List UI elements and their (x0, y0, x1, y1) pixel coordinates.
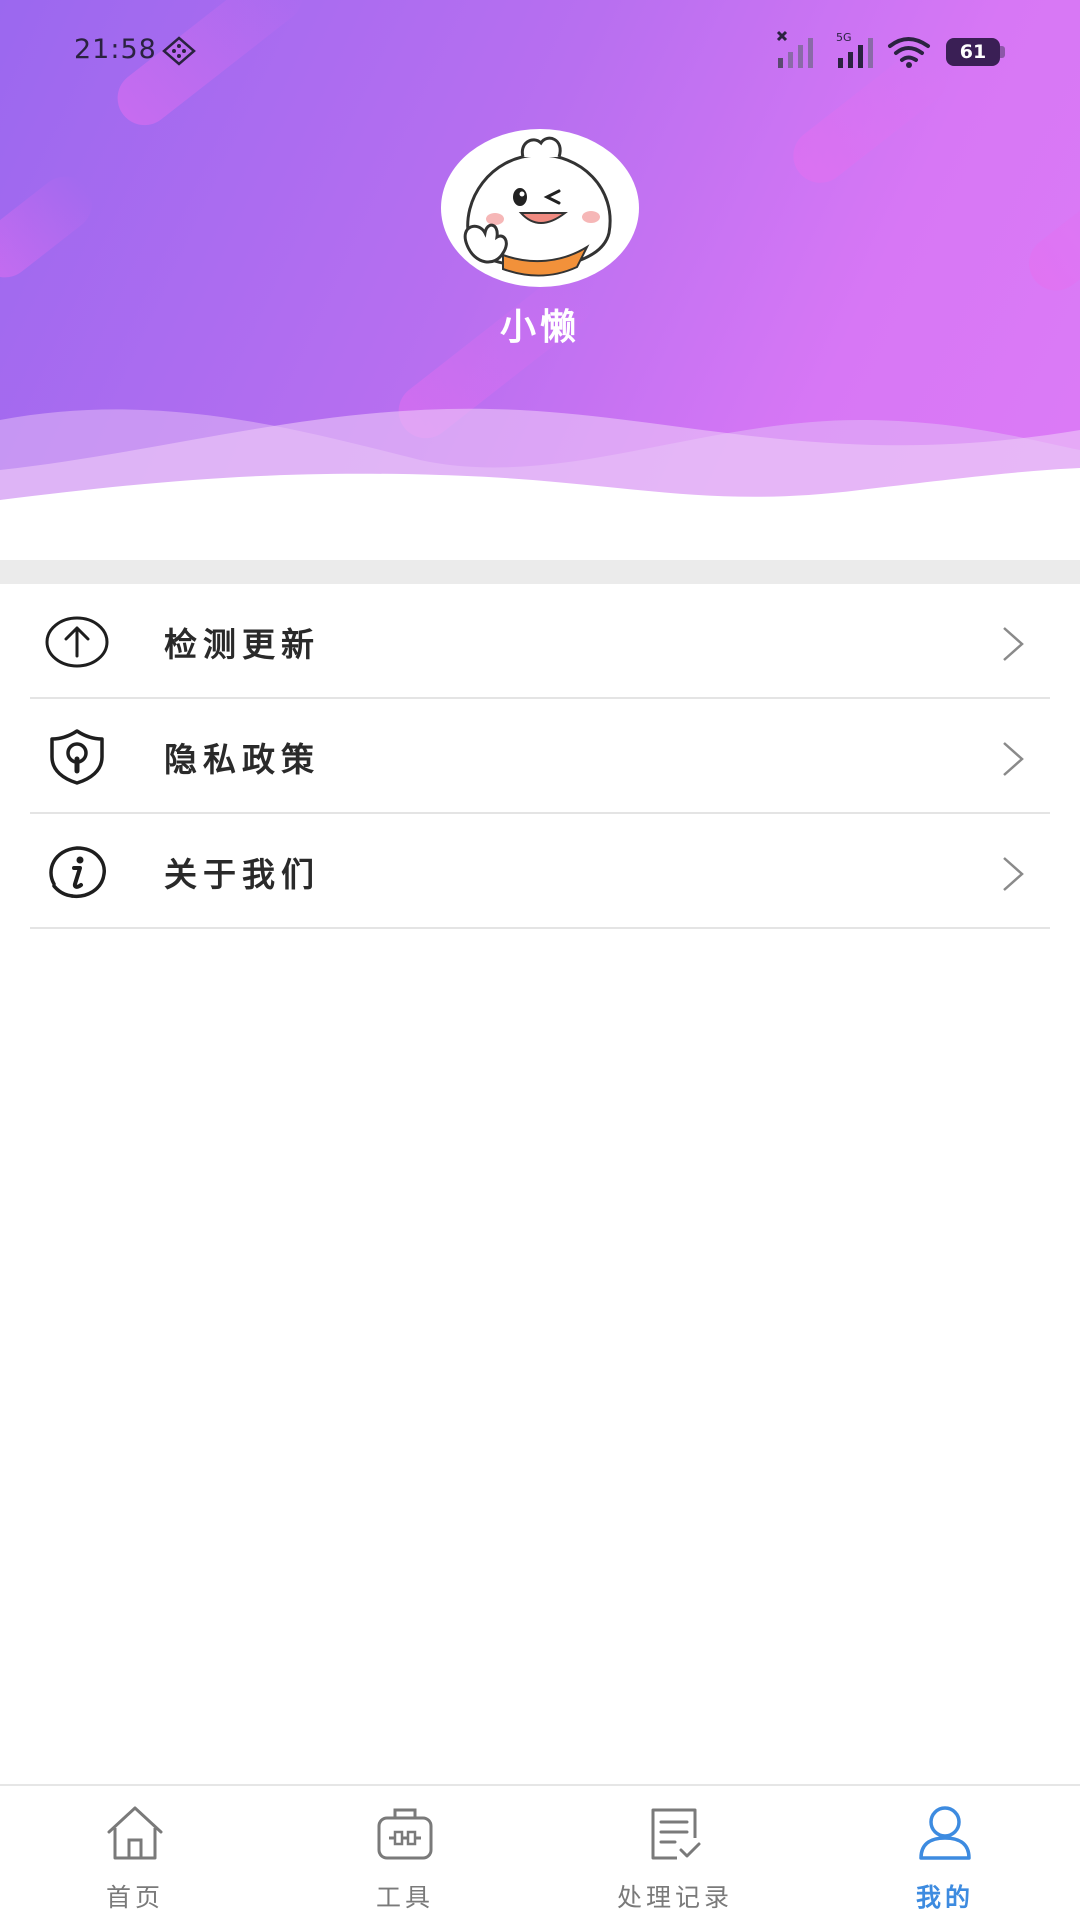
user-name: 小懒 (499, 306, 580, 348)
tab-tools[interactable]: 工具 (270, 1786, 540, 1920)
avatar[interactable] (441, 129, 639, 287)
header-waves (0, 408, 1080, 560)
signal-5g-icon: 5G (836, 31, 873, 68)
record-list-icon (651, 1808, 701, 1860)
upload-arrow-icon (45, 616, 109, 668)
tab-records[interactable]: 处理记录 (540, 1786, 810, 1920)
status-time: 21:58 (74, 34, 157, 65)
menu-label-about-us: 关于我们 (164, 855, 320, 894)
battery-icon: 61 (946, 38, 1006, 66)
battery-level: 61 (959, 41, 987, 63)
app-notification-icon (162, 36, 196, 66)
signal-no-service-icon (776, 30, 813, 68)
decor-streak (0, 165, 103, 289)
bottom-nav: 首页 工具 处理记录 我的 (0, 1784, 1080, 1920)
menu-label-check-update: 检测更新 (164, 625, 320, 664)
info-icon (49, 846, 106, 899)
tab-home[interactable]: 首页 (0, 1786, 270, 1920)
tab-records-label: 处理记录 (616, 1883, 733, 1912)
chevron-right-icon (1003, 857, 1024, 891)
shield-lock-icon (50, 729, 104, 785)
tab-mine-label: 我的 (915, 1883, 974, 1912)
toolbox-icon (377, 1808, 433, 1860)
status-bar: 21:58 5G 61 (0, 0, 1080, 100)
user-icon (919, 1806, 971, 1860)
chevron-right-icon (1003, 742, 1024, 776)
wifi-icon (888, 37, 930, 68)
menu-item-about-us[interactable]: 关于我们 (0, 814, 1080, 929)
decor-streak (1018, 172, 1080, 302)
settings-menu: 检测更新 隐私政策 关于我们 (0, 584, 1080, 929)
tab-home-label: 首页 (105, 1883, 164, 1912)
menu-item-check-update[interactable]: 检测更新 (0, 584, 1080, 699)
network-label: 5G (836, 31, 852, 44)
home-icon (107, 1806, 163, 1860)
profile-header: 21:58 5G 61 小懒 (0, 0, 1080, 560)
chevron-right-icon (1003, 627, 1024, 661)
tab-mine[interactable]: 我的 (810, 1786, 1080, 1920)
menu-label-privacy-policy: 隐私政策 (164, 740, 320, 779)
menu-item-privacy-policy[interactable]: 隐私政策 (0, 699, 1080, 814)
bun-mascot-avatar (463, 136, 623, 277)
tab-tools-label: 工具 (375, 1883, 434, 1912)
section-divider (0, 560, 1080, 584)
